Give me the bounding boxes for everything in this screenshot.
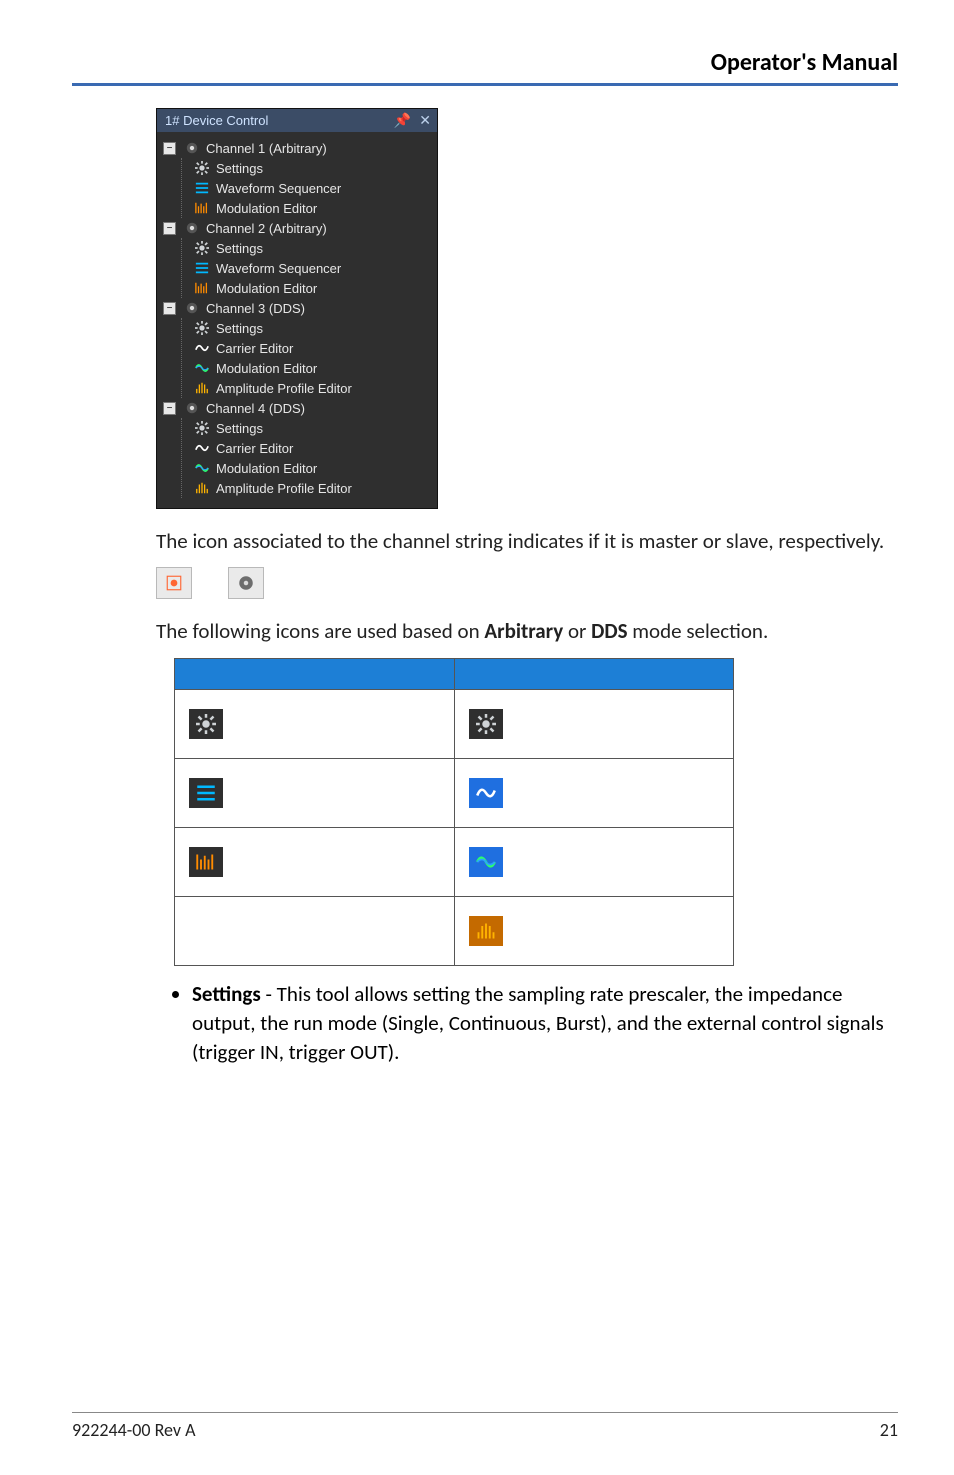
collapse-icon[interactable]: − — [163, 222, 176, 235]
list-icon — [194, 260, 210, 276]
amplitude-icon — [194, 380, 210, 396]
dds-cell — [454, 896, 734, 965]
collapse-icon[interactable]: − — [163, 302, 176, 315]
close-icon[interactable]: ✕ — [419, 112, 431, 129]
arbitrary-cell — [175, 689, 455, 758]
tree-item[interactable]: Settings — [194, 318, 431, 338]
tree-channel[interactable]: − Channel 4 (DDS) — [163, 398, 431, 418]
channel-label: Channel 3 (DDS) — [206, 301, 305, 316]
tree-item[interactable]: Modulation Editor — [194, 198, 431, 218]
tree-item-label: Modulation Editor — [216, 461, 317, 476]
amplitude-icon — [194, 480, 210, 496]
header-rule — [72, 83, 898, 86]
tree-item-label: Waveform Sequencer — [216, 261, 341, 276]
bullet-settings: Settings - This tool allows setting the … — [192, 980, 898, 1068]
tree: − Channel 1 (Arbitrary) Settings Waveform S… — [157, 132, 437, 508]
gear-icon — [194, 160, 210, 176]
tree-item[interactable]: Amplitude Profile Editor — [194, 378, 431, 398]
page-footer: 922244-00 Rev A 21 — [72, 1412, 898, 1441]
tree-item-label: Modulation Editor — [216, 201, 317, 216]
channel-icon — [184, 300, 200, 316]
modulation-icon — [189, 847, 223, 877]
channel-label: Channel 2 (Arbitrary) — [206, 221, 327, 236]
tree-item[interactable]: Modulation Editor — [194, 458, 431, 478]
footer-left: 922244-00 Rev A — [72, 1419, 196, 1441]
col-arbitrary — [175, 658, 455, 689]
dds-cell — [454, 689, 734, 758]
panel-title: 1# Device Control — [165, 113, 268, 128]
bullet-list: Settings - This tool allows setting the … — [166, 980, 898, 1068]
tree-item[interactable]: Amplitude Profile Editor — [194, 478, 431, 498]
channel-icon — [184, 220, 200, 236]
dds-cell — [454, 758, 734, 827]
tree-item-label: Settings — [216, 161, 263, 176]
tree-item-label: Amplitude Profile Editor — [216, 481, 352, 496]
tree-item-label: Amplitude Profile Editor — [216, 381, 352, 396]
tree-item-label: Settings — [216, 241, 263, 256]
channel-label: Channel 4 (DDS) — [206, 401, 305, 416]
tree-item[interactable]: Carrier Editor — [194, 338, 431, 358]
tree-item-label: Settings — [216, 321, 263, 336]
table-row — [175, 827, 734, 896]
tree-channel[interactable]: − Channel 3 (DDS) — [163, 298, 431, 318]
tree-item-label: Carrier Editor — [216, 441, 293, 456]
channel-icon — [184, 140, 200, 156]
wave-icon — [194, 440, 210, 456]
tree-item-label: Modulation Editor — [216, 361, 317, 376]
tree-item[interactable]: Carrier Editor — [194, 438, 431, 458]
list-icon — [189, 778, 223, 808]
arbitrary-cell — [175, 896, 455, 965]
pin-icon[interactable]: 📌 — [394, 112, 411, 129]
sine-icon — [194, 360, 210, 376]
col-dds — [454, 658, 734, 689]
page-title: Operator's Manual — [72, 48, 898, 77]
tree-item-label: Modulation Editor — [216, 281, 317, 296]
tree-item-label: Waveform Sequencer — [216, 181, 341, 196]
footer-right: 21 — [880, 1419, 898, 1441]
tree-item[interactable]: Settings — [194, 418, 431, 438]
sine-icon — [194, 460, 210, 476]
gear-icon — [189, 709, 223, 739]
dds-cell — [454, 827, 734, 896]
footer-rule — [72, 1412, 898, 1413]
tree-item[interactable]: Waveform Sequencer — [194, 178, 431, 198]
paragraph-master-slave: The icon associated to the channel strin… — [156, 527, 898, 555]
device-control-panel: 1# Device Control 📌 ✕ − Channel 1 (Arbitr… — [156, 108, 438, 509]
modulation-icon — [194, 280, 210, 296]
gear-icon — [194, 420, 210, 436]
collapse-icon[interactable]: − — [163, 402, 176, 415]
master-icon — [156, 567, 192, 599]
wave-icon — [194, 340, 210, 356]
channel-icon — [184, 400, 200, 416]
tree-channel[interactable]: − Channel 1 (Arbitrary) — [163, 138, 431, 158]
table-row — [175, 896, 734, 965]
wave-icon — [469, 778, 503, 808]
paragraph-mode-icons: The following icons are used based on Ar… — [156, 617, 898, 645]
channel-label: Channel 1 (Arbitrary) — [206, 141, 327, 156]
modulation-icon — [194, 200, 210, 216]
table-row — [175, 689, 734, 758]
gear-icon — [194, 320, 210, 336]
amplitude-icon — [469, 916, 503, 946]
tree-item[interactable]: Modulation Editor — [194, 358, 431, 378]
gear-icon — [469, 709, 503, 739]
tree-item-label: Carrier Editor — [216, 341, 293, 356]
tree-channel[interactable]: − Channel 2 (Arbitrary) — [163, 218, 431, 238]
tree-item[interactable]: Waveform Sequencer — [194, 258, 431, 278]
master-slave-icon-row — [156, 567, 898, 599]
panel-header: 1# Device Control 📌 ✕ — [157, 109, 437, 132]
slave-icon — [228, 567, 264, 599]
list-icon — [194, 180, 210, 196]
table-row — [175, 758, 734, 827]
tree-item[interactable]: Settings — [194, 158, 431, 178]
sine-icon — [469, 847, 503, 877]
collapse-icon[interactable]: − — [163, 142, 176, 155]
mode-icon-table — [174, 658, 734, 966]
tree-item-label: Settings — [216, 421, 263, 436]
gear-icon — [194, 240, 210, 256]
arbitrary-cell — [175, 758, 455, 827]
tree-item[interactable]: Modulation Editor — [194, 278, 431, 298]
arbitrary-cell — [175, 827, 455, 896]
tree-item[interactable]: Settings — [194, 238, 431, 258]
